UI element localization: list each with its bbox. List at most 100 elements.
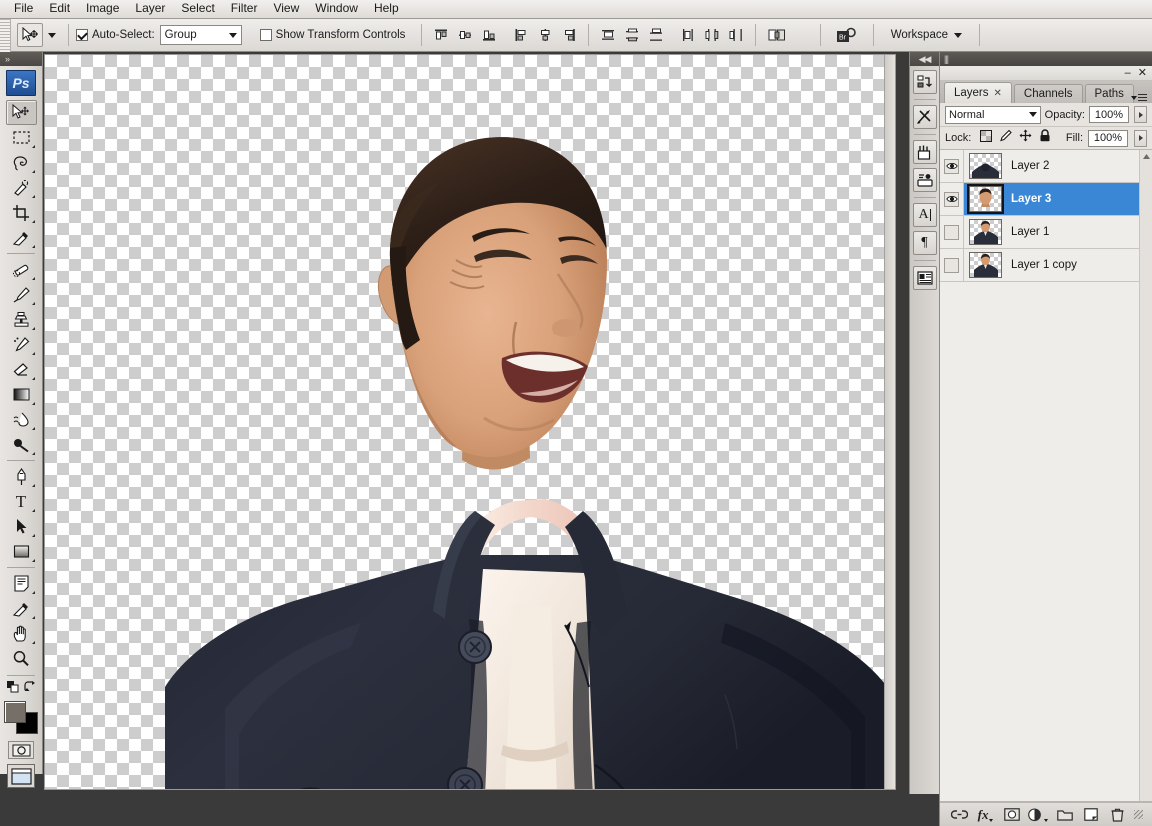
tab-paths[interactable]: Paths [1084, 84, 1134, 103]
lock-all-icon[interactable] [1039, 129, 1051, 147]
lasso-tool[interactable] [6, 150, 37, 175]
menu-item-layer[interactable]: Layer [127, 0, 173, 18]
blend-mode-dropdown[interactable]: Normal [945, 105, 1041, 124]
delete-layer-button[interactable] [1107, 806, 1127, 824]
options-bar-grip[interactable] [0, 18, 11, 52]
distribute-left-edges-button[interactable] [677, 24, 699, 46]
distribute-horizontal-centers-button[interactable] [701, 24, 723, 46]
close-icon[interactable]: ✕ [994, 88, 1002, 99]
lock-transparent-pixels-icon[interactable] [980, 129, 993, 147]
hand-tool[interactable] [6, 621, 37, 646]
dock-expand-button[interactable]: ◀◀ [910, 52, 939, 66]
menu-item-filter[interactable]: Filter [223, 0, 266, 18]
link-layers-button[interactable] [949, 806, 969, 824]
default-colors-icon[interactable] [7, 680, 20, 698]
align-vertical-centers-button[interactable] [454, 24, 476, 46]
panel-menu-button[interactable] [1131, 94, 1147, 101]
panel-resize-grip[interactable] [1133, 810, 1143, 819]
scroll-up-icon[interactable] [1140, 150, 1152, 163]
eye-icon-hidden[interactable] [944, 224, 959, 240]
go-to-bridge-button[interactable]: Br [828, 26, 866, 45]
workspace-button[interactable]: Workspace [881, 23, 972, 47]
foreground-color-swatch[interactable] [4, 701, 26, 723]
tool-preset-picker[interactable] [48, 32, 56, 38]
opacity-slider-button[interactable] [1134, 106, 1147, 123]
layer-visibility-cell[interactable] [940, 216, 964, 248]
panel-titlebar[interactable]: ||| [940, 52, 1152, 66]
new-fill-adjustment-layer-button[interactable] [1028, 806, 1049, 824]
auto-select-checkbox-box[interactable] [76, 29, 88, 41]
eyedropper-tool[interactable] [6, 225, 37, 250]
show-transform-controls-checkbox[interactable]: Show Transform Controls [259, 29, 405, 41]
distribute-bottom-edges-button[interactable] [645, 24, 667, 46]
layer-name[interactable]: Layer 1 [1011, 226, 1049, 238]
eye-icon[interactable] [944, 191, 959, 207]
move-tool[interactable] [5, 100, 37, 125]
tools-panel-collapse[interactable]: » [0, 52, 42, 66]
canvas[interactable] [44, 54, 896, 790]
layer-thumbnail[interactable] [967, 184, 1004, 214]
spot-healing-brush-tool[interactable] [6, 257, 37, 282]
layer-list-scrollbar[interactable] [1139, 150, 1152, 801]
path-selection-tool[interactable] [6, 514, 37, 539]
layer-name[interactable]: Layer 2 [1011, 160, 1049, 172]
layer-row-layer-1-copy[interactable]: Layer 1 copy [940, 249, 1152, 282]
menu-item-window[interactable]: Window [307, 0, 366, 18]
minimize-icon[interactable]: – [1125, 68, 1131, 79]
layer-visibility-cell[interactable] [940, 150, 964, 182]
layer-row-layer-1[interactable]: Layer 1 [940, 216, 1152, 249]
lock-position-icon[interactable] [1019, 129, 1032, 147]
align-horizontal-centers-button[interactable] [534, 24, 556, 46]
auto-select-checkbox[interactable]: Auto-Select: [76, 29, 155, 41]
menu-item-select[interactable]: Select [173, 0, 222, 18]
menu-item-file[interactable]: File [6, 0, 41, 18]
layer-row-layer-2[interactable]: Layer 2 [940, 150, 1152, 183]
show-transform-controls-box[interactable] [259, 29, 272, 41]
auto-align-layers-button[interactable] [764, 24, 790, 46]
add-layer-mask-button[interactable] [1002, 806, 1022, 824]
layer-visibility-cell[interactable] [940, 249, 964, 281]
tool-presets-panel-icon[interactable] [912, 105, 937, 129]
horizontal-type-tool[interactable]: T [6, 489, 37, 514]
eye-icon[interactable] [944, 158, 959, 174]
new-layer-button[interactable] [1081, 806, 1101, 824]
menu-item-view[interactable]: View [265, 0, 307, 18]
crop-tool[interactable] [6, 200, 37, 225]
menu-item-help[interactable]: Help [366, 0, 407, 18]
close-icon[interactable]: ✕ [1138, 68, 1147, 79]
add-layer-style-button[interactable]: fx [976, 806, 996, 824]
layer-row-layer-3[interactable]: Layer 3 [940, 183, 1152, 216]
character-panel-icon[interactable]: A [912, 203, 937, 227]
align-bottom-edges-button[interactable] [478, 24, 500, 46]
eye-icon-hidden[interactable] [944, 257, 959, 273]
blur-tool[interactable] [6, 407, 37, 432]
screen-mode-button[interactable] [7, 764, 35, 788]
menu-item-edit[interactable]: Edit [41, 0, 78, 18]
paragraph-panel-icon[interactable]: ¶ [912, 231, 937, 255]
rectangular-marquee-tool[interactable] [6, 125, 37, 150]
align-left-edges-button[interactable] [510, 24, 532, 46]
auto-select-scope-dropdown[interactable]: Group [159, 25, 242, 45]
brushes-panel-icon[interactable] [912, 140, 937, 164]
layer-name[interactable]: Layer 3 [1011, 193, 1051, 205]
align-top-edges-button[interactable] [430, 24, 452, 46]
tab-layers[interactable]: Layers ✕ [944, 82, 1012, 103]
color-sampler-tool[interactable] [6, 596, 37, 621]
fill-input[interactable]: 100% [1088, 129, 1128, 147]
swap-colors-icon[interactable] [23, 680, 36, 698]
canvas-vertical-scrollbar[interactable] [884, 55, 895, 789]
gradient-tool[interactable] [6, 382, 37, 407]
note-tool[interactable] [6, 571, 37, 596]
layer-thumbnail[interactable] [969, 252, 1002, 278]
eraser-tool[interactable] [6, 357, 37, 382]
quick-selection-tool[interactable] [6, 175, 37, 200]
history-panel-icon[interactable] [912, 70, 937, 94]
opacity-input[interactable]: 100% [1089, 106, 1129, 123]
layer-comps-panel-icon[interactable] [912, 266, 937, 290]
fill-slider-button[interactable] [1134, 129, 1147, 147]
menu-item-image[interactable]: Image [78, 0, 127, 18]
layer-thumbnail[interactable] [969, 219, 1002, 245]
new-group-button[interactable] [1055, 806, 1075, 824]
clone-source-panel-icon[interactable] [912, 168, 937, 192]
rectangle-shape-tool[interactable] [6, 539, 37, 564]
